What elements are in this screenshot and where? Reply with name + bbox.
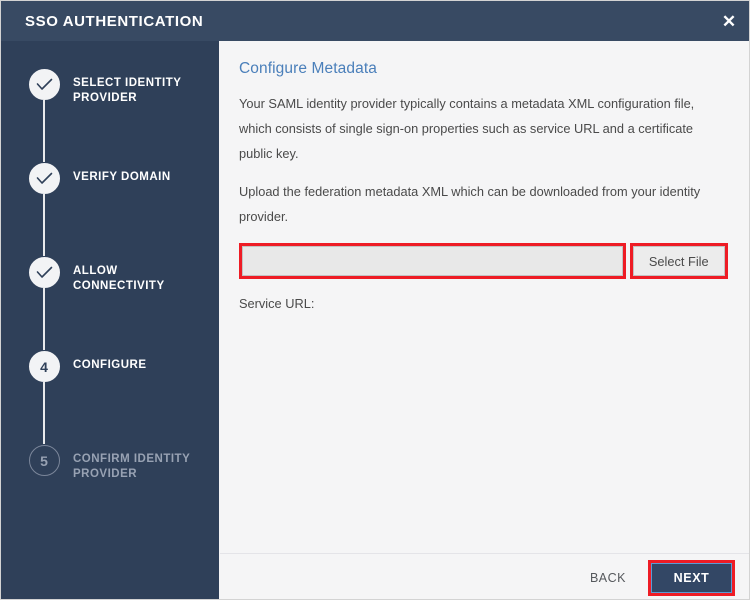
next-button[interactable]: NEXT — [651, 562, 732, 593]
step-marker — [27, 69, 61, 100]
sidebar-step-confirm-identity-provider[interactable]: 5 CONFIRM IDENTITY PROVIDER — [1, 445, 219, 485]
sidebar-step-label: CONFIGURE — [73, 359, 147, 371]
description-paragraph-1: Your SAML identity provider typically co… — [239, 96, 695, 161]
step-status-circle-current: 4 — [28, 351, 60, 382]
check-icon — [36, 266, 53, 279]
sidebar-step-select-identity-provider[interactable]: SELECT IDENTITY PROVIDER — [1, 69, 219, 163]
sso-authentication-dialog: SSO AUTHENTICATION ✕ SELECT IDENTITY PRO… — [0, 0, 750, 600]
check-icon — [36, 78, 53, 91]
sidebar-step-label: ALLOW CONNECTIVITY — [73, 265, 165, 292]
step-marker — [27, 257, 61, 288]
step-status-circle-complete — [28, 163, 60, 194]
close-icon[interactable]: ✕ — [707, 1, 749, 41]
sidebar-step-verify-domain[interactable]: VERIFY DOMAIN — [1, 163, 219, 257]
sidebar-step-allow-connectivity[interactable]: ALLOW CONNECTIVITY — [1, 257, 219, 351]
step-marker: 5 — [27, 445, 61, 476]
sidebar-step-label: CONFIRM IDENTITY PROVIDER — [73, 453, 191, 480]
step-number: 4 — [40, 358, 48, 375]
metadata-file-input[interactable] — [242, 246, 623, 276]
main-content: Configure Metadata Your SAML identity pr… — [220, 42, 749, 311]
step-connector-line — [43, 288, 45, 350]
wizard-step-list: SELECT IDENTITY PROVIDER VERIFY DOMAIN A… — [1, 41, 219, 485]
sidebar-step-configure[interactable]: 4 CONFIGURE — [1, 351, 219, 445]
step-status-circle-complete — [28, 69, 60, 100]
select-file-button[interactable]: Select File — [632, 246, 725, 276]
check-icon — [36, 172, 53, 185]
dialog-footer: BACK NEXT — [220, 553, 749, 599]
step-connector-line — [43, 382, 45, 444]
main-panel: Configure Metadata Your SAML identity pr… — [220, 42, 749, 599]
service-url-label: Service URL: — [239, 296, 315, 311]
step-connector-line — [43, 194, 45, 256]
step-number: 5 — [40, 452, 48, 469]
sidebar-step-label: SELECT IDENTITY PROVIDER — [73, 77, 182, 104]
step-marker — [27, 163, 61, 194]
dialog-titlebar: SSO AUTHENTICATION ✕ — [1, 1, 749, 41]
next-button-highlight: NEXT — [648, 559, 735, 596]
step-connector-line — [43, 100, 45, 162]
back-button[interactable]: BACK — [578, 565, 638, 591]
step-marker: 4 — [27, 351, 61, 382]
sidebar-step-label: VERIFY DOMAIN — [73, 171, 171, 183]
step-status-circle-complete — [28, 257, 60, 288]
step-status-circle-pending: 5 — [28, 445, 60, 476]
select-file-button-highlight: Select File — [629, 243, 728, 279]
metadata-upload-row: Select File — [239, 243, 728, 279]
page-title: Configure Metadata — [239, 60, 377, 77]
dialog-title: SSO AUTHENTICATION — [25, 12, 204, 30]
wizard-sidebar: SELECT IDENTITY PROVIDER VERIFY DOMAIN A… — [1, 41, 219, 599]
description-paragraph-2: Upload the federation metadata XML which… — [239, 184, 701, 224]
metadata-file-input-highlight — [239, 243, 626, 279]
